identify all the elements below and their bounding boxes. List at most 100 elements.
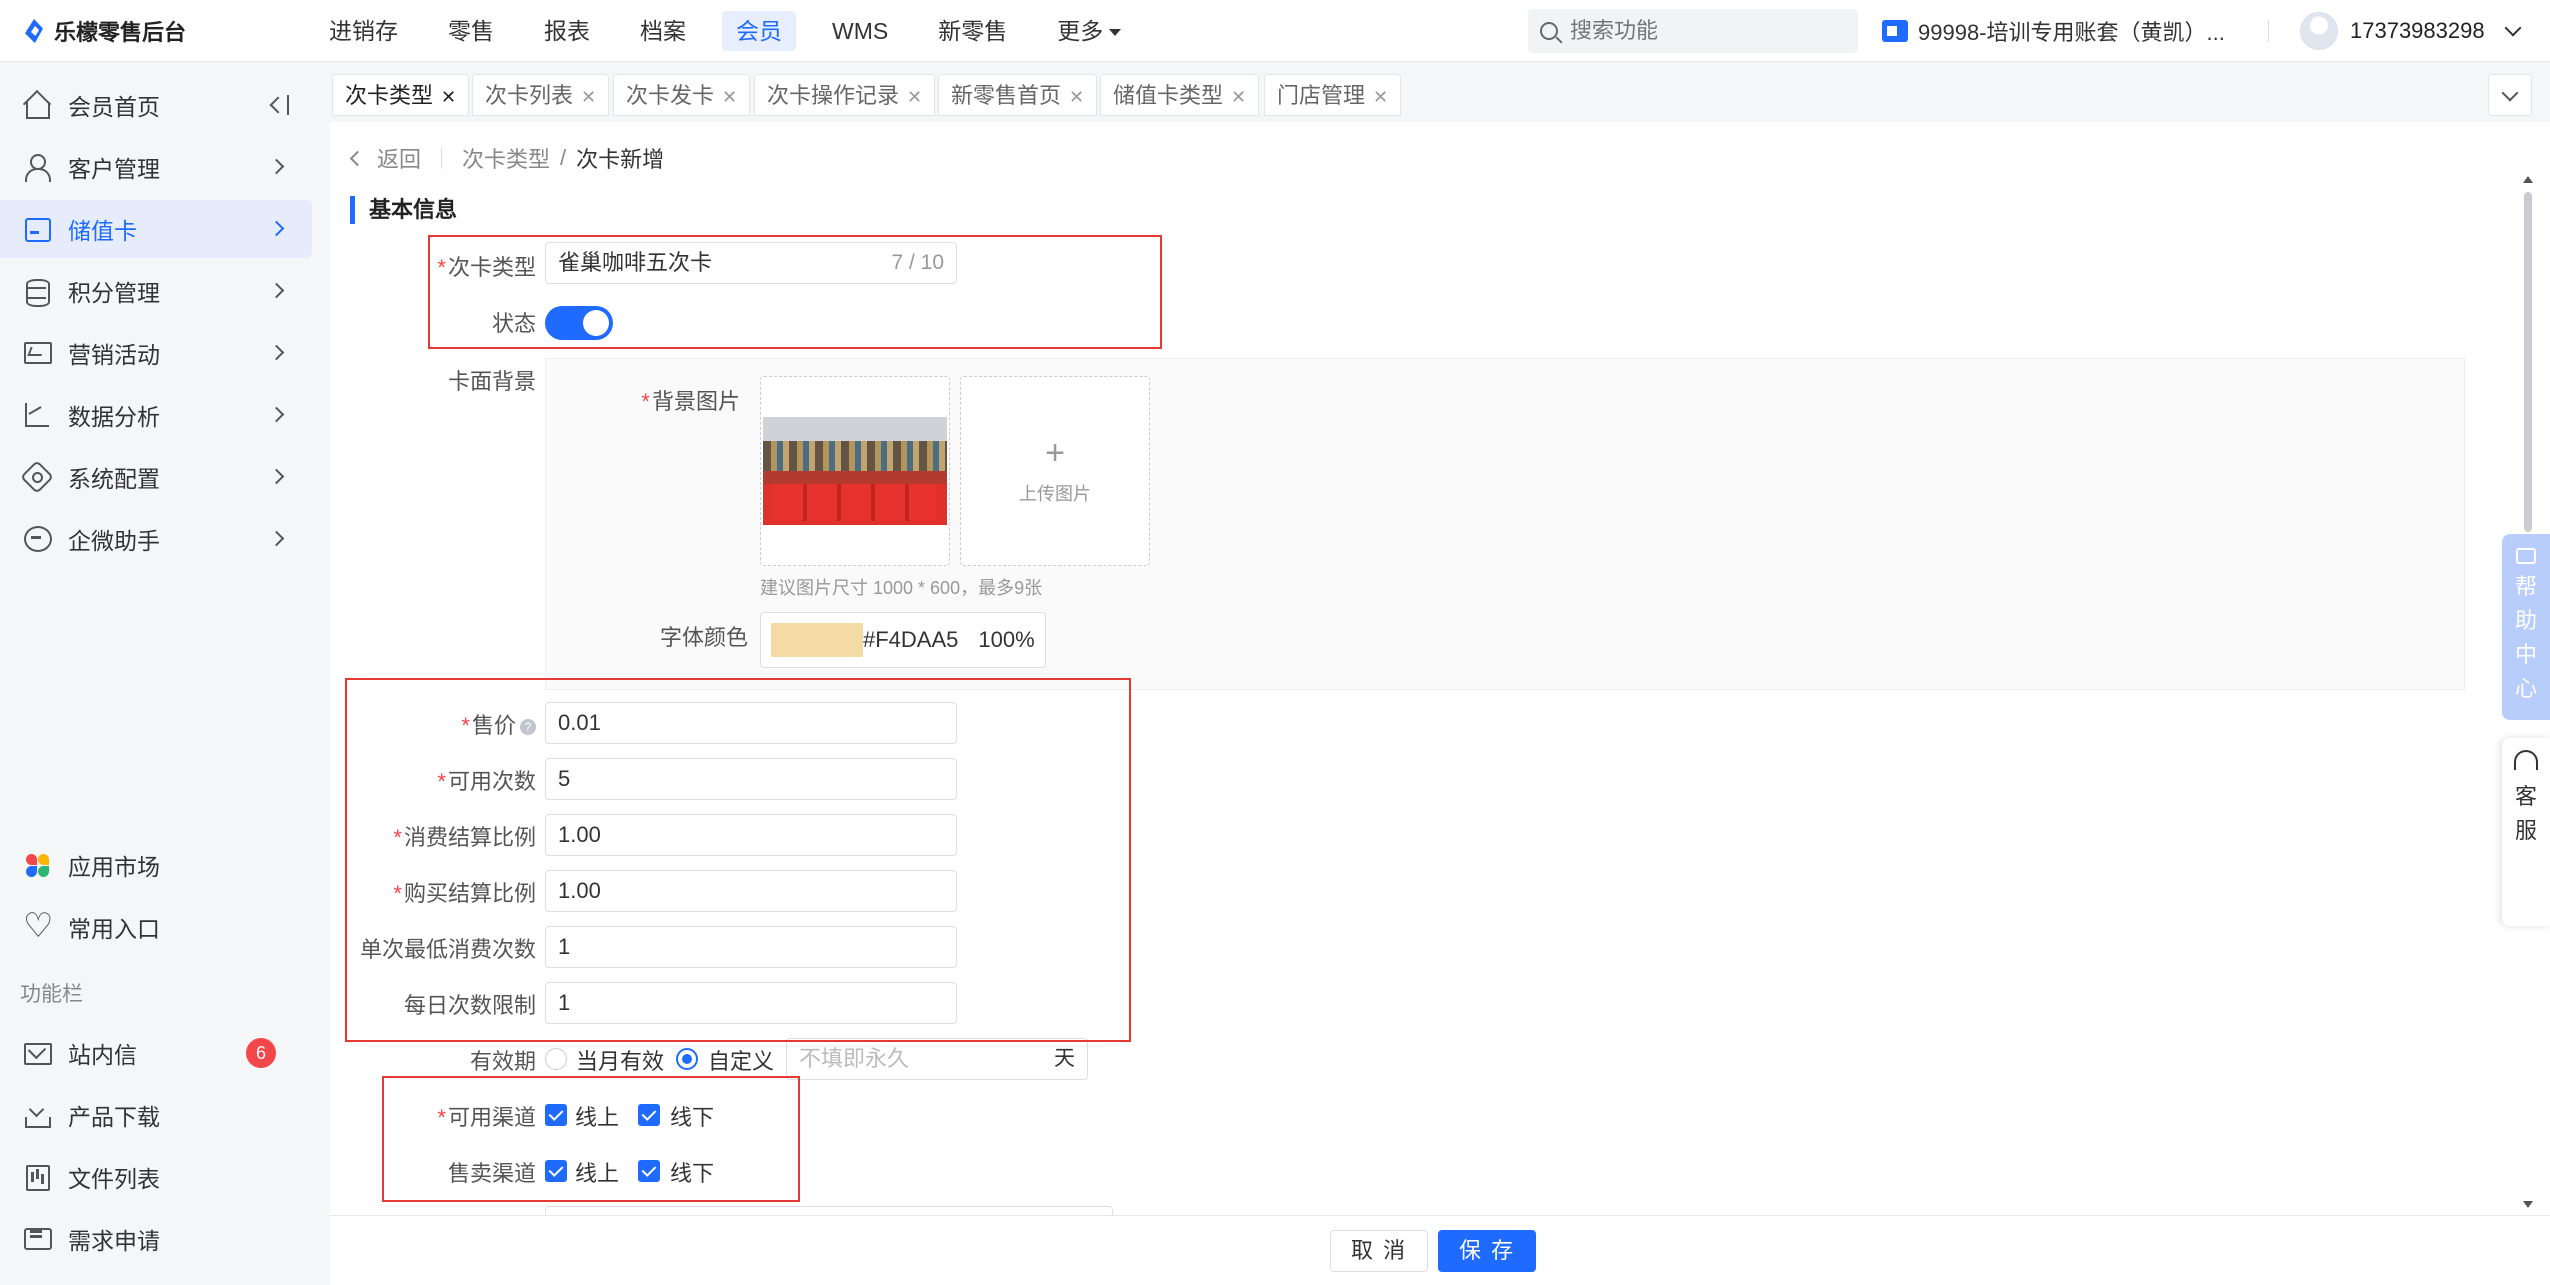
search-input[interactable]: [1570, 18, 1830, 44]
close-icon[interactable]: ✕: [1069, 87, 1084, 107]
back-link[interactable]: 返回: [377, 142, 421, 174]
plus-icon: +: [1045, 434, 1065, 472]
sidebar-item-app-market[interactable]: 应用市场: [0, 836, 312, 894]
unread-badge: 6: [246, 1038, 276, 1068]
topnav-item-wms[interactable]: WMS: [818, 11, 902, 51]
sidebar-item-label: 站内信: [68, 1042, 137, 1068]
monitor-icon: [22, 338, 52, 368]
chevron-right-icon: [268, 220, 285, 237]
caret-down-icon: [1109, 29, 1122, 37]
sidebar-item-label: 营销活动: [68, 342, 160, 368]
scrollbar-thumb[interactable]: [2524, 192, 2532, 532]
next-field-input[interactable]: [545, 1206, 1113, 1215]
topnav-item-new-retail[interactable]: 新零售: [924, 11, 1021, 51]
scroll-down-icon[interactable]: [2523, 1201, 2533, 1208]
tab-stored-card-type[interactable]: 储值卡类型 ✕: [1100, 74, 1260, 116]
chevron-right-icon: [268, 344, 285, 361]
close-icon[interactable]: ✕: [441, 87, 456, 107]
radio-month-label[interactable]: 当月有效: [576, 1044, 664, 1076]
color-hex[interactable]: #F4DAA5: [863, 627, 958, 653]
save-button[interactable]: 保 存: [1438, 1230, 1537, 1272]
tab-store-management[interactable]: 门店管理 ✕: [1264, 74, 1402, 116]
sidebar-item-label: 储值卡: [68, 218, 137, 244]
chevron-right-icon: [268, 468, 285, 485]
help-char: 中: [2514, 642, 2537, 667]
sidebar-item-customer[interactable]: 客户管理: [0, 138, 312, 196]
avatar: [2300, 12, 2338, 50]
topnav-item-reports[interactable]: 报表: [530, 11, 604, 51]
sidebar-item-settings[interactable]: 系统配置: [0, 448, 312, 506]
sidebar-item-label: 客户管理: [68, 156, 160, 182]
sidebar-item-label: 数据分析: [68, 404, 160, 430]
sidebar-item-requests[interactable]: 需求申请: [0, 1210, 312, 1268]
logo[interactable]: 乐檬零售后台: [22, 14, 186, 48]
sidebar-item-wecom[interactable]: 企微助手: [0, 510, 312, 568]
top-nav: 进销存 零售 报表 档案 会员 WMS 新零售 更多: [315, 0, 1157, 62]
tab-card-type[interactable]: 次卡类型 ✕: [332, 74, 470, 116]
collapse-sidebar-icon[interactable]: [268, 94, 290, 116]
close-icon[interactable]: ✕: [581, 87, 596, 107]
tab-card-log[interactable]: 次卡操作记录 ✕: [754, 74, 936, 116]
tab-card-list[interactable]: 次卡列表 ✕: [472, 74, 610, 116]
radio-month[interactable]: [545, 1048, 567, 1070]
sidebar-item-label: 产品下载: [68, 1104, 160, 1130]
font-color-picker[interactable]: #F4DAA5 100%: [760, 612, 1046, 668]
close-icon[interactable]: ✕: [1231, 87, 1246, 107]
divider: [2268, 20, 2269, 42]
tab-new-retail-home[interactable]: 新零售首页 ✕: [938, 74, 1098, 116]
search-box[interactable]: [1528, 9, 1858, 53]
validity-days-input[interactable]: 不填即永久 天: [786, 1038, 1088, 1080]
sidebar-item-analytics[interactable]: 数据分析: [0, 386, 312, 444]
tabs-dropdown-button[interactable]: [2488, 74, 2532, 116]
help-center-button[interactable]: 帮 助 中 心: [2502, 534, 2550, 720]
breadcrumb-parent[interactable]: 次卡类型: [462, 142, 550, 174]
topnav-item-archive[interactable]: 档案: [626, 11, 700, 51]
chevron-right-icon: [268, 282, 285, 299]
sidebar-item-member-home[interactable]: 会员首页: [0, 76, 312, 134]
sidebar-item-favorites[interactable]: 常用入口: [0, 898, 312, 956]
sidebar-item-downloads[interactable]: 产品下载: [0, 1086, 312, 1144]
tab-label: 新零售首页: [951, 83, 1062, 108]
upload-label: 上传图片: [1019, 484, 1091, 504]
account-name: 99998-培训专用账套（黄凯）...: [1918, 20, 2225, 45]
upload-image-button[interactable]: + 上传图片: [960, 376, 1150, 566]
search-icon: [1540, 22, 1558, 40]
color-opacity[interactable]: 100%: [978, 627, 1034, 653]
sidebar: 会员首页 客户管理 储值卡 积分管理 营销活动 数据分析 系统配置 企微助手 应…: [0, 62, 330, 1285]
user-menu[interactable]: 17373983298: [2300, 10, 2522, 52]
radio-custom-label[interactable]: 自定义: [708, 1044, 774, 1076]
sidebar-item-points[interactable]: 积分管理: [0, 262, 312, 320]
color-swatch[interactable]: [771, 623, 863, 657]
sidebar-item-messages[interactable]: 站内信 6: [0, 1024, 312, 1082]
tab-card-issue[interactable]: 次卡发卡 ✕: [613, 74, 751, 116]
required-mark: *: [641, 389, 650, 414]
logo-text: 乐檬零售后台: [54, 20, 187, 45]
topnav-item-more[interactable]: 更多: [1043, 11, 1135, 51]
close-icon[interactable]: ✕: [1373, 87, 1388, 107]
chevron-right-icon: [268, 158, 285, 175]
sidebar-item-label: 积分管理: [68, 280, 160, 306]
close-icon[interactable]: ✕: [722, 87, 737, 107]
bg-image-thumbnail[interactable]: [760, 376, 950, 566]
tab-label: 次卡操作记录: [767, 83, 900, 108]
topnav-item-inventory[interactable]: 进销存: [315, 11, 412, 51]
back-arrow-icon[interactable]: [349, 150, 366, 166]
customer-service-button[interactable]: 客 服: [2502, 738, 2550, 926]
radio-custom[interactable]: [676, 1048, 698, 1070]
sidebar-item-label: 企微助手: [68, 528, 160, 554]
topnav-item-member[interactable]: 会员: [722, 11, 796, 51]
user-icon: [22, 152, 52, 182]
cancel-button[interactable]: 取 消: [1330, 1230, 1429, 1272]
tab-label: 次卡类型: [345, 83, 434, 108]
download-icon: [22, 1100, 52, 1130]
close-icon[interactable]: ✕: [907, 87, 922, 107]
sidebar-item-files[interactable]: 文件列表: [0, 1148, 312, 1206]
unit-label: 天: [1054, 1047, 1075, 1070]
topnav-item-retail[interactable]: 零售: [434, 11, 508, 51]
sidebar-item-marketing[interactable]: 营销活动: [0, 324, 312, 382]
tab-bar: 次卡类型 ✕ 次卡列表 ✕ 次卡发卡 ✕ 次卡操作记录 ✕ 新零售首页 ✕ 储值卡类型 ✕ …: [330, 62, 2550, 122]
sidebar-item-stored-card[interactable]: 储值卡: [0, 200, 312, 258]
service-char: 服: [2514, 818, 2537, 843]
account-selector[interactable]: 99998-培训专用账套（黄凯）...: [1882, 14, 2225, 48]
scroll-up-icon[interactable]: [2523, 176, 2533, 183]
